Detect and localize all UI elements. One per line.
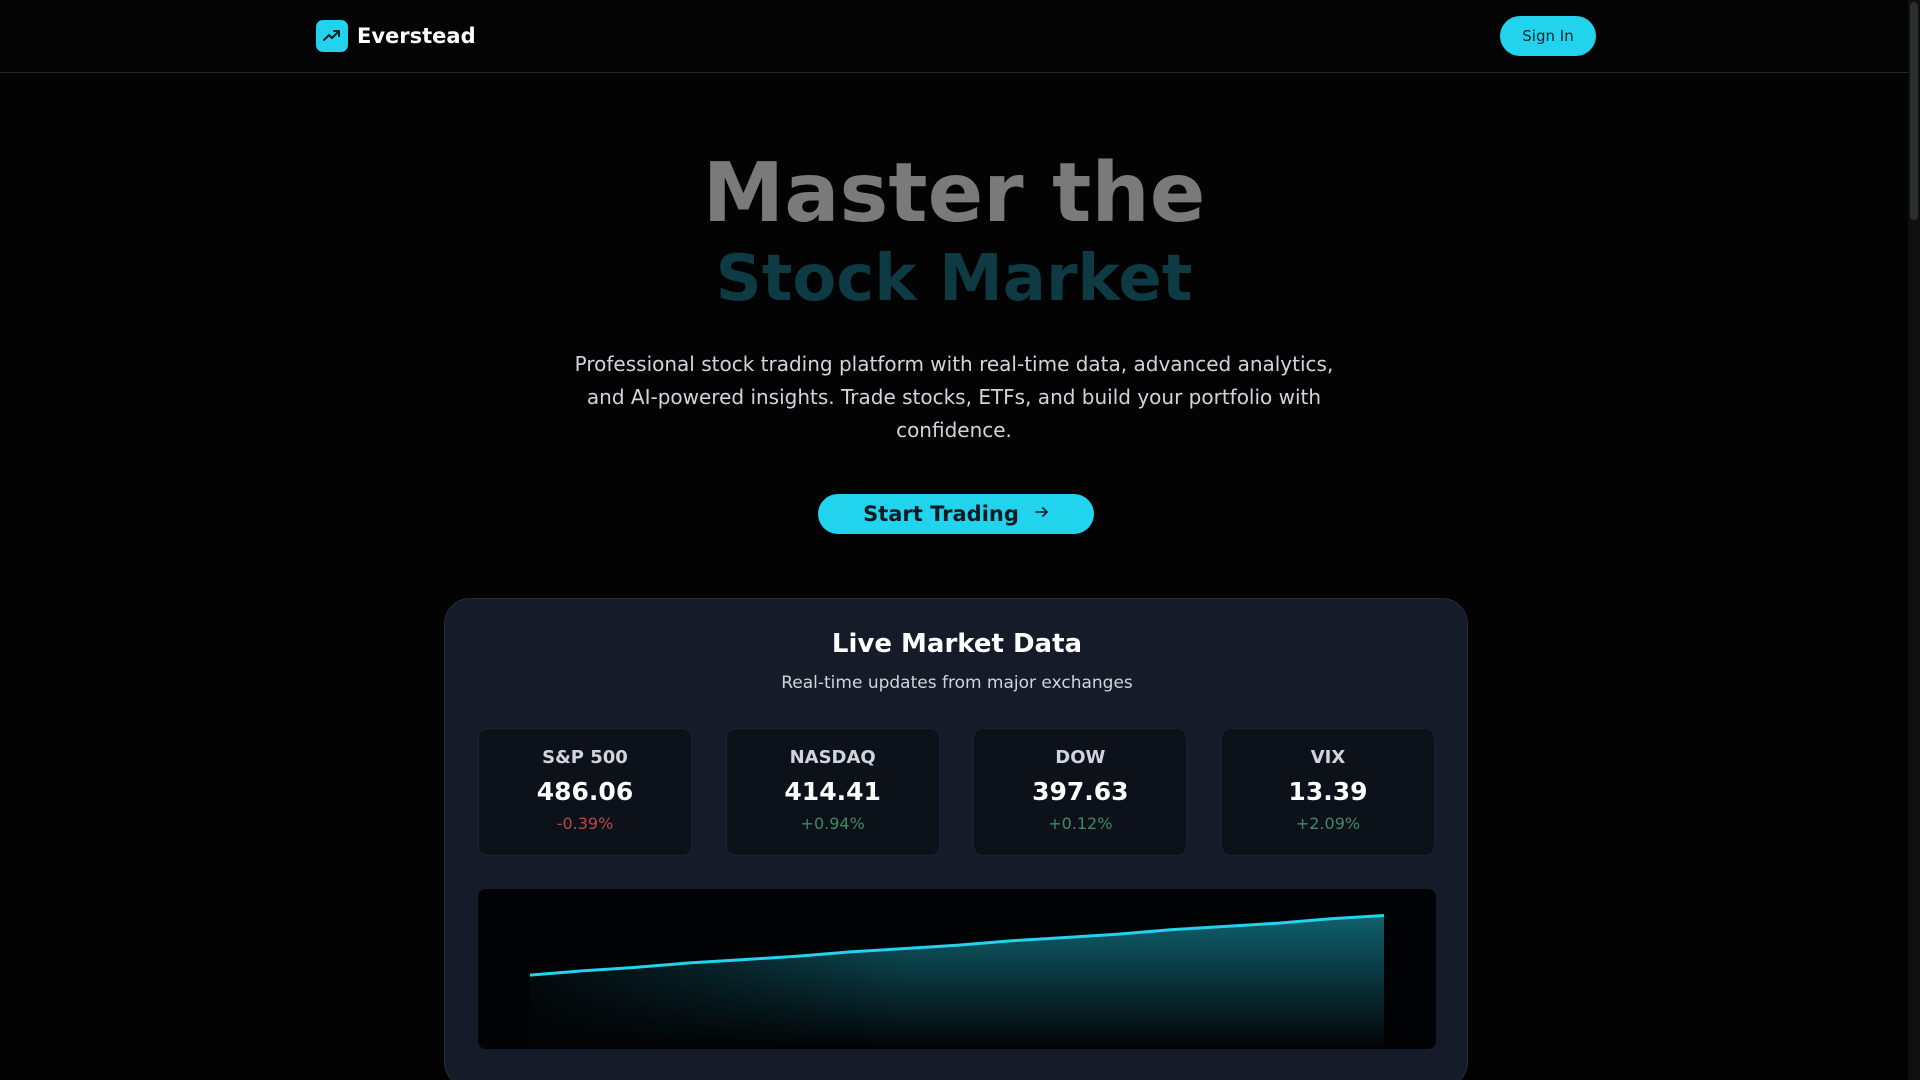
- arrow-right-icon: [1035, 505, 1049, 523]
- market-chart-svg: [478, 889, 1436, 1049]
- index-change: +0.12%: [1048, 814, 1113, 833]
- index-name: NASDAQ: [789, 747, 876, 768]
- start-trading-label: Start Trading: [863, 502, 1019, 526]
- index-name: VIX: [1310, 747, 1346, 768]
- index-tiles: S&P 500 486.06 -0.39% NASDAQ 414.41 +0.9…: [478, 728, 1435, 856]
- hero-title-line1: Master the: [702, 146, 1206, 241]
- brand-name: Everstead: [357, 24, 476, 48]
- hero-title-line2: Stock Market: [715, 242, 1193, 316]
- market-chart: [478, 889, 1436, 1049]
- sign-in-button[interactable]: Sign In: [1500, 16, 1596, 56]
- landing-page: Everstead Sign In Master the Stock Marke…: [0, 0, 1920, 1080]
- index-value: 397.63: [1032, 777, 1129, 806]
- top-header: Everstead Sign In: [0, 0, 1908, 73]
- index-change: -0.39%: [556, 814, 614, 833]
- index-tile-vix[interactable]: VIX 13.39 +2.09%: [1220, 728, 1435, 856]
- index-name: DOW: [1055, 747, 1106, 768]
- market-subtitle: Real-time updates from major exchanges: [781, 673, 1133, 693]
- start-trading-button[interactable]: Start Trading: [818, 494, 1094, 534]
- index-tile-dow[interactable]: DOW 397.63 +0.12%: [973, 728, 1188, 856]
- trending-up-icon: [316, 20, 348, 52]
- index-value: 486.06: [536, 777, 634, 806]
- index-value: 13.39: [1288, 777, 1368, 806]
- index-tile-nasdaq[interactable]: NASDAQ 414.41 +0.94%: [725, 728, 940, 856]
- market-title: Live Market Data: [831, 629, 1083, 659]
- index-name: S&P 500: [542, 747, 628, 768]
- hero-description: Professional stock trading platform with…: [574, 352, 1334, 442]
- live-market-card: Live Market Data Real-time updates from …: [444, 598, 1468, 1080]
- scrollbar-thumb[interactable]: [1910, 2, 1918, 220]
- index-value: 414.41: [784, 777, 881, 806]
- index-tile-sp500[interactable]: S&P 500 486.06 -0.39%: [478, 728, 692, 856]
- index-change: +0.94%: [800, 814, 865, 833]
- brand-logo[interactable]: Everstead: [316, 20, 476, 52]
- page-scrollbar[interactable]: [1908, 0, 1920, 1080]
- index-change: +2.09%: [1295, 814, 1361, 833]
